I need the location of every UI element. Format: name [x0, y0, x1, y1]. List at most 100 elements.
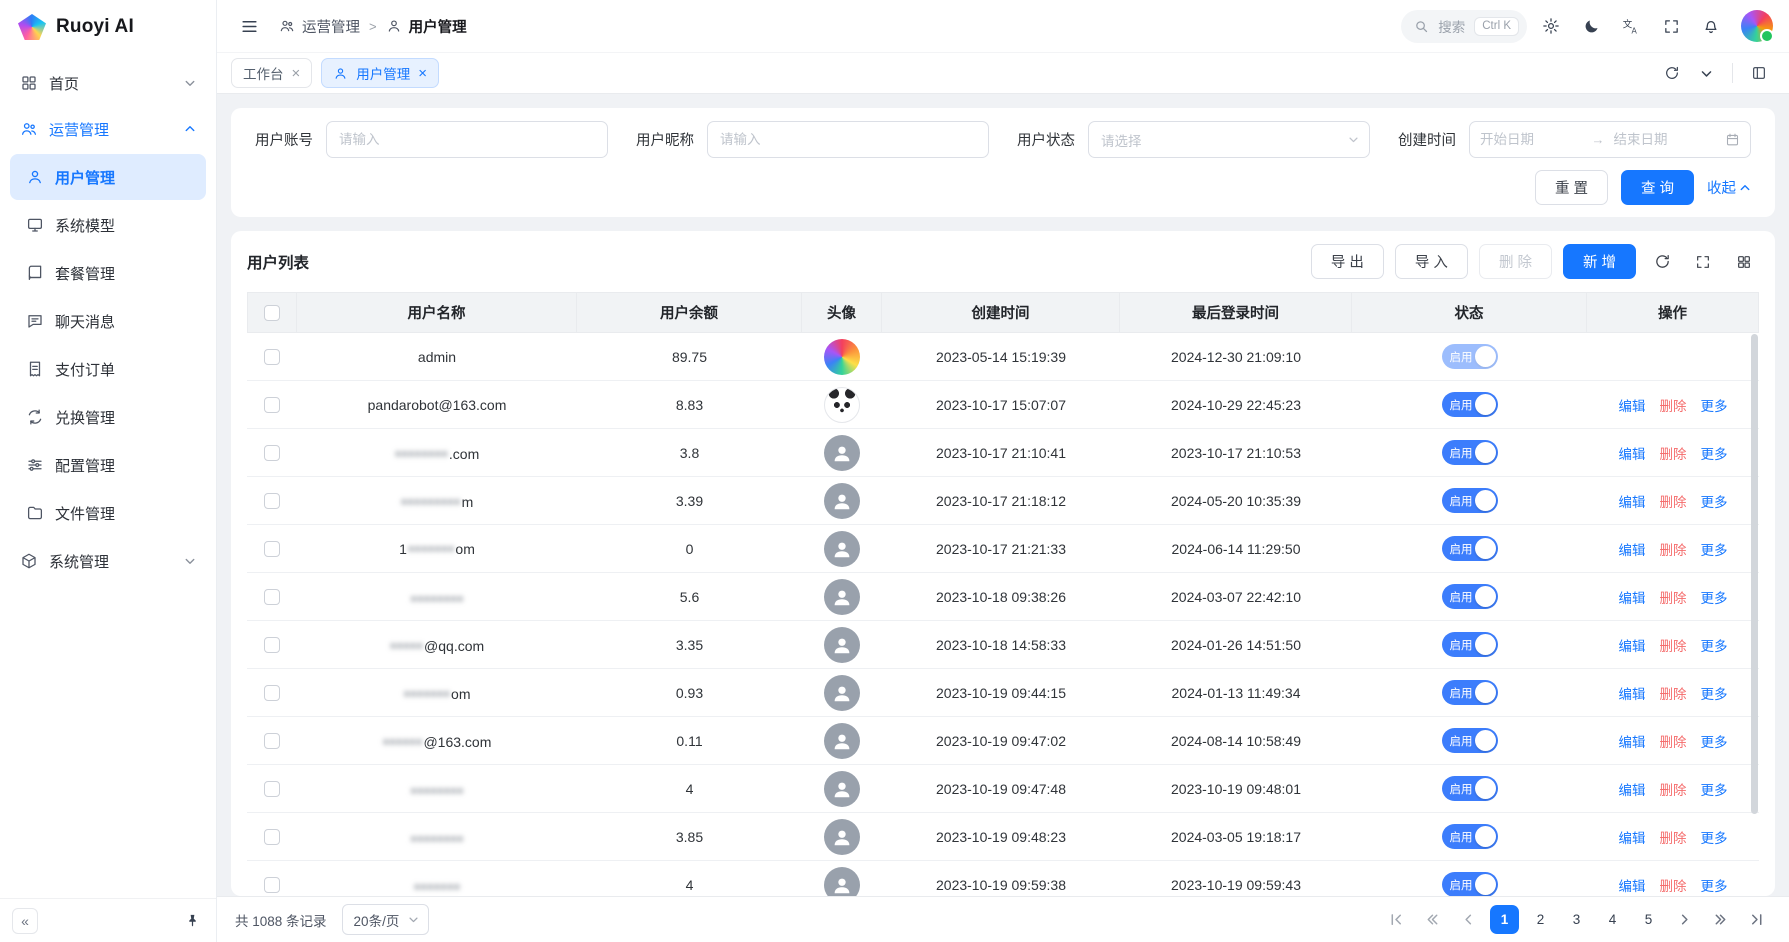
hamburger-menu-icon[interactable]	[233, 10, 265, 42]
search-button[interactable]: 查 询	[1621, 170, 1694, 205]
status-toggle[interactable]: 启用	[1442, 584, 1498, 609]
pagination-last-button[interactable]	[1742, 905, 1771, 934]
sidebar-item-operations[interactable]: 运营管理	[10, 106, 206, 152]
more-link[interactable]: 更多	[1701, 543, 1728, 558]
dark-mode-moon-icon[interactable]	[1575, 10, 1607, 42]
status-toggle[interactable]: 启用	[1442, 344, 1498, 369]
status-toggle[interactable]: 启用	[1442, 776, 1498, 801]
row-checkbox[interactable]	[264, 685, 280, 701]
pagination-page-5[interactable]: 5	[1634, 905, 1663, 934]
edit-link[interactable]: 编辑	[1619, 543, 1646, 558]
fullscreen-icon[interactable]	[1655, 10, 1687, 42]
sidebar-item-redeem-management[interactable]: 兑换管理	[10, 394, 206, 440]
edit-link[interactable]: 编辑	[1619, 591, 1646, 606]
collapse-sidebar-button[interactable]: «	[12, 908, 38, 934]
edit-link[interactable]: 编辑	[1619, 639, 1646, 654]
status-toggle[interactable]: 启用	[1442, 632, 1498, 657]
status-toggle[interactable]: 启用	[1442, 872, 1498, 896]
global-search[interactable]: 搜索 Ctrl K	[1401, 10, 1527, 43]
delete-link[interactable]: 删除	[1660, 591, 1687, 606]
more-link[interactable]: 更多	[1701, 591, 1728, 606]
edit-link[interactable]: 编辑	[1619, 831, 1646, 846]
pagination-next-button[interactable]	[1670, 905, 1699, 934]
reset-button[interactable]: 重 置	[1535, 170, 1608, 205]
more-link[interactable]: 更多	[1701, 687, 1728, 702]
breadcrumb-item-user-management[interactable]: 用户管理	[386, 16, 467, 37]
export-button[interactable]: 导 出	[1311, 244, 1384, 279]
row-checkbox[interactable]	[264, 397, 280, 413]
scrollbar-thumb[interactable]	[1751, 334, 1758, 814]
edit-link[interactable]: 编辑	[1619, 735, 1646, 750]
delete-link[interactable]: 删除	[1660, 879, 1687, 894]
account-input[interactable]	[326, 121, 608, 158]
status-toggle[interactable]: 启用	[1442, 392, 1498, 417]
page-size-select[interactable]: 20条/页	[342, 904, 430, 935]
delete-link[interactable]: 删除	[1660, 639, 1687, 654]
sidebar-item-file-management[interactable]: 文件管理	[10, 490, 206, 536]
user-avatar[interactable]	[1741, 10, 1773, 42]
row-checkbox[interactable]	[264, 541, 280, 557]
sidebar-item-home[interactable]: 首页	[10, 60, 206, 106]
date-range-picker[interactable]: →	[1469, 121, 1751, 158]
tab-user-management[interactable]: 用户管理×	[321, 58, 439, 88]
edit-link[interactable]: 编辑	[1619, 447, 1646, 462]
edit-link[interactable]: 编辑	[1619, 783, 1646, 798]
breadcrumb-item-operations[interactable]: 运营管理	[279, 16, 360, 37]
translate-icon[interactable]: 文A	[1615, 10, 1647, 42]
status-toggle[interactable]: 启用	[1442, 680, 1498, 705]
delete-link[interactable]: 删除	[1660, 399, 1687, 414]
more-link[interactable]: 更多	[1701, 399, 1728, 414]
delete-link[interactable]: 删除	[1660, 495, 1687, 510]
sidebar-item-chat-messages[interactable]: 聊天消息	[10, 298, 206, 344]
more-link[interactable]: 更多	[1701, 639, 1728, 654]
sidebar-item-system[interactable]: 系统管理	[10, 538, 206, 584]
delete-link[interactable]: 删除	[1660, 831, 1687, 846]
delete-link[interactable]: 删除	[1660, 783, 1687, 798]
more-link[interactable]: 更多	[1701, 447, 1728, 462]
more-link[interactable]: 更多	[1701, 783, 1728, 798]
start-date-input[interactable]	[1480, 132, 1583, 147]
pagination-page-1[interactable]: 1	[1490, 905, 1519, 934]
status-toggle[interactable]: 启用	[1442, 440, 1498, 465]
layout-expand-icon[interactable]	[1743, 57, 1775, 89]
status-toggle[interactable]: 启用	[1442, 488, 1498, 513]
row-checkbox[interactable]	[264, 781, 280, 797]
more-link[interactable]: 更多	[1701, 735, 1728, 750]
row-checkbox[interactable]	[264, 349, 280, 365]
delete-link[interactable]: 删除	[1660, 687, 1687, 702]
notifications-bell-icon[interactable]	[1695, 10, 1727, 42]
table-scrollbar[interactable]	[1750, 334, 1759, 892]
delete-button[interactable]: 删 除	[1479, 244, 1552, 279]
status-toggle[interactable]: 启用	[1442, 536, 1498, 561]
row-checkbox[interactable]	[264, 829, 280, 845]
tab-close-icon[interactable]: ×	[292, 66, 301, 81]
settings-gear-icon[interactable]	[1535, 10, 1567, 42]
pin-icon[interactable]	[180, 909, 204, 933]
more-link[interactable]: 更多	[1701, 879, 1728, 894]
edit-link[interactable]: 编辑	[1619, 687, 1646, 702]
select-all-checkbox[interactable]	[264, 305, 280, 321]
pagination-next-group-button[interactable]	[1706, 905, 1735, 934]
refresh-icon[interactable]	[1647, 247, 1677, 277]
more-link[interactable]: 更多	[1701, 495, 1728, 510]
row-checkbox[interactable]	[264, 445, 280, 461]
nickname-input[interactable]	[707, 121, 989, 158]
status-toggle[interactable]: 启用	[1442, 728, 1498, 753]
fullscreen-icon[interactable]	[1688, 247, 1718, 277]
row-checkbox[interactable]	[264, 589, 280, 605]
column-settings-grid-icon[interactable]	[1729, 247, 1759, 277]
row-checkbox[interactable]	[264, 733, 280, 749]
sidebar-item-config-management[interactable]: 配置管理	[10, 442, 206, 488]
sidebar-item-payment-orders[interactable]: 支付订单	[10, 346, 206, 392]
sidebar-item-package-management[interactable]: 套餐管理	[10, 250, 206, 296]
import-button[interactable]: 导 入	[1395, 244, 1468, 279]
edit-link[interactable]: 编辑	[1619, 399, 1646, 414]
tab-workbench[interactable]: 工作台×	[231, 58, 312, 88]
tab-close-icon[interactable]: ×	[418, 66, 427, 81]
end-date-input[interactable]	[1614, 132, 1717, 147]
delete-link[interactable]: 删除	[1660, 543, 1687, 558]
refresh-icon[interactable]	[1656, 57, 1688, 89]
row-checkbox[interactable]	[264, 637, 280, 653]
chevron-down-icon[interactable]	[1690, 57, 1722, 89]
collapse-filters-link[interactable]: 收起	[1707, 177, 1751, 198]
